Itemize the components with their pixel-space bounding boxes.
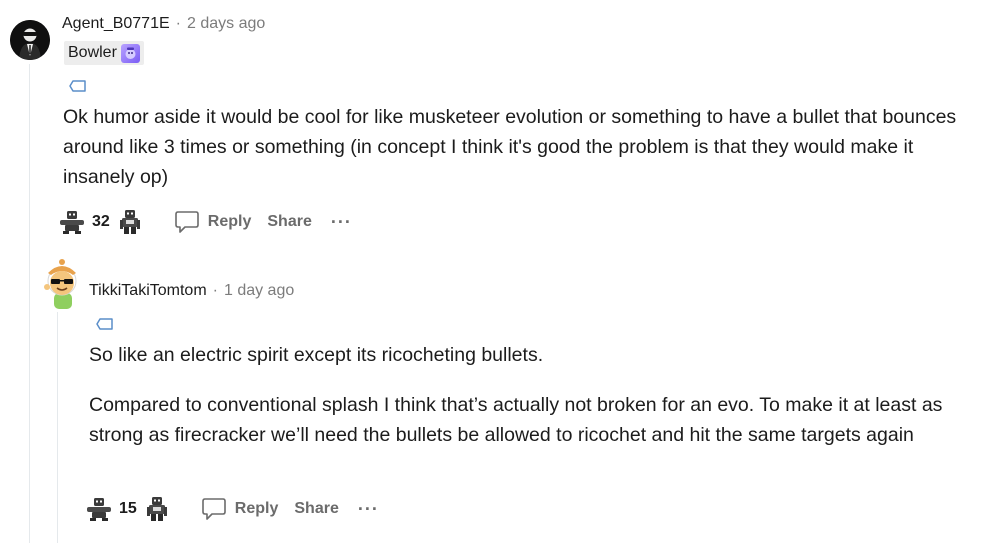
author-name[interactable]: Agent_B0771E (62, 15, 170, 33)
comment-actions: 32 Reply Share ··· (56, 207, 352, 237)
flair-text: Bowler (68, 44, 117, 61)
comment-meta: TikkiTakiTomtom · 1 day ago (89, 282, 294, 300)
more-options-button[interactable]: ··· (331, 212, 352, 233)
comment-body: So like an electric spirit except its ri… (89, 340, 949, 450)
downvote-button[interactable] (141, 494, 173, 524)
reply-button[interactable]: Reply (201, 496, 279, 522)
comment-paragraph: So like an electric spirit except its ri… (89, 344, 544, 366)
separator-dot: · (175, 15, 181, 32)
snoo-avatar-icon (44, 259, 77, 309)
separator-dot: · (212, 282, 218, 299)
comment-meta: Agent_B0771E · 2 days ago (62, 15, 265, 33)
comment-actions: 15 Reply Share ··· (83, 494, 379, 524)
more-options-button[interactable]: ··· (358, 499, 379, 520)
upvote-button[interactable] (83, 494, 115, 524)
vote-count: 15 (119, 500, 137, 517)
comment-bubble-icon (174, 211, 199, 233)
comment-paragraph: Ok humor aside it would be cool for like… (63, 106, 957, 188)
comment-bubble-icon (201, 498, 226, 520)
tag-icon (96, 318, 113, 330)
tag-icon (69, 80, 86, 92)
share-button[interactable]: Share (267, 213, 311, 231)
share-button[interactable]: Share (294, 500, 338, 518)
thread-line-reply[interactable] (57, 312, 58, 543)
avatar[interactable] (40, 257, 84, 311)
comment-paragraph: Compared to conventional splash I think … (89, 394, 943, 446)
timestamp[interactable]: 2 days ago (187, 15, 265, 33)
thread-line-main[interactable] (29, 64, 30, 543)
upvote-robot-icon (60, 211, 84, 234)
downvote-robot-icon (119, 210, 140, 234)
timestamp[interactable]: 1 day ago (224, 282, 294, 300)
downvote-button[interactable] (114, 207, 146, 237)
reply-label: Reply (234, 500, 279, 517)
author-name[interactable]: TikkiTakiTomtom (89, 282, 207, 300)
upvote-button[interactable] (56, 207, 88, 237)
reply-label: Reply (207, 213, 252, 230)
agent-avatar-icon (10, 20, 50, 60)
bowler-card-icon (120, 43, 140, 63)
user-flair: Bowler (64, 41, 144, 65)
avatar[interactable] (10, 20, 50, 60)
upvote-robot-icon (87, 498, 111, 521)
downvote-robot-icon (146, 497, 167, 521)
reply-button[interactable]: Reply (174, 209, 252, 235)
vote-count: 32 (92, 213, 110, 230)
comment-body: Ok humor aside it would be cool for like… (63, 102, 963, 192)
